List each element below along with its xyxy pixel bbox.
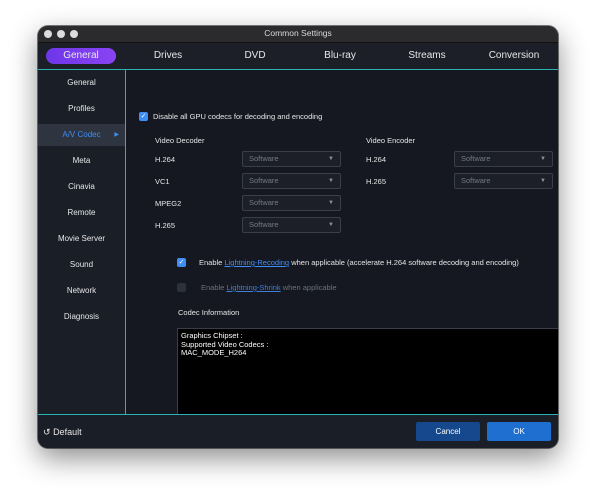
encoder-h265-select[interactable]: Software ▼ [454, 173, 553, 189]
av-codec-panel: ✓ Disable all GPU codecs for decoding an… [126, 70, 558, 433]
codec-info-heading: Codec Information [178, 308, 240, 317]
sidebar-item-label: General [67, 78, 96, 87]
lightning-recoding-link[interactable]: Lightning-Recoding [224, 258, 289, 267]
sidebar-item-label: Cinavia [68, 182, 95, 191]
sidebar-item-movie-server[interactable]: Movie Server [38, 228, 125, 250]
sidebar-item-remote[interactable]: Remote [38, 202, 125, 224]
video-encoder-heading: Video Encoder [366, 136, 416, 145]
decoder-h264-select[interactable]: Software ▼ [242, 151, 341, 167]
tab-blu-ray[interactable]: Blu-ray [310, 48, 370, 64]
tab-conversion[interactable]: Conversion [482, 48, 546, 64]
lightning-recoding-prefix: Enable [199, 258, 223, 267]
disable-gpu-label: Disable all GPU codecs for decoding and … [153, 112, 323, 121]
sidebar: General Profiles A/V Codec ▶ Meta Cinavia… [38, 70, 125, 414]
lightning-shrink-checkbox[interactable] [177, 283, 186, 292]
cancel-button[interactable]: Cancel [416, 422, 480, 441]
chevron-right-icon: ▶ [114, 132, 119, 138]
encoder-codec-label: H.264 [366, 155, 387, 164]
codec-info-line: MAC_MODE_H264 [181, 348, 247, 357]
default-button[interactable]: ↺ Default [43, 427, 82, 438]
sidebar-item-label: Network [66, 286, 97, 295]
sidebar-item-network[interactable]: Network [38, 280, 125, 302]
footer: ↺ Default Cancel OK [38, 414, 558, 448]
tab-drives[interactable]: Drives [138, 48, 198, 64]
select-value: Software [249, 154, 279, 163]
dropdown-arrow-icon: ▼ [328, 200, 334, 206]
dropdown-arrow-icon: ▼ [328, 178, 334, 184]
sidebar-item-cinavia[interactable]: Cinavia [38, 176, 125, 198]
select-value: Software [461, 154, 491, 163]
lightning-shrink-row: Enable Lightning-Shrink when applicable [201, 283, 337, 292]
decoder-vc1-select[interactable]: Software ▼ [242, 173, 341, 189]
title-bar[interactable]: Common Settings [38, 26, 558, 43]
tab-streams[interactable]: Streams [397, 48, 457, 64]
tab-dvd[interactable]: DVD [225, 48, 285, 64]
encoder-h264-select[interactable]: Software ▼ [454, 151, 553, 167]
decoder-codec-label: MPEG2 [155, 199, 182, 208]
sidebar-item-sound[interactable]: Sound [38, 254, 125, 276]
video-decoder-heading: Video Decoder [155, 136, 205, 145]
sidebar-item-label: Movie Server [57, 234, 106, 243]
sidebar-item-diagnosis[interactable]: Diagnosis [38, 306, 125, 328]
select-value: Software [249, 220, 279, 229]
disable-gpu-checkbox[interactable]: ✓ [139, 112, 148, 121]
sidebar-item-profiles[interactable]: Profiles [38, 98, 125, 120]
lightning-recoding-suffix: when applicable (accelerate H.264 softwa… [291, 258, 519, 267]
encoder-codec-label: H.265 [366, 177, 387, 186]
decoder-codec-label: VC1 [155, 177, 170, 186]
lightning-shrink-suffix: when applicable [282, 283, 337, 292]
decoder-codec-label: H.265 [155, 221, 176, 230]
sidebar-item-label: Remote [67, 208, 96, 217]
dropdown-arrow-icon: ▼ [328, 222, 334, 228]
decoder-codec-label: H.264 [155, 155, 176, 164]
dropdown-arrow-icon: ▼ [328, 156, 334, 162]
select-value: Software [249, 176, 279, 185]
sidebar-item-meta[interactable]: Meta [38, 150, 125, 172]
sidebar-item-label: Meta [72, 156, 91, 165]
sidebar-item-general[interactable]: General [38, 72, 125, 94]
dropdown-arrow-icon: ▼ [540, 178, 546, 184]
select-value: Software [461, 176, 491, 185]
decoder-mpeg2-select[interactable]: Software ▼ [242, 195, 341, 211]
dropdown-arrow-icon: ▼ [540, 156, 546, 162]
common-settings-window: Common Settings General Drives DVD Blu-r… [38, 26, 558, 448]
sidebar-item-label: A/V Codec [62, 130, 101, 139]
tab-general[interactable]: General [46, 48, 116, 64]
window-title: Common Settings [264, 28, 332, 38]
sidebar-item-label: Profiles [68, 104, 95, 113]
decoder-h265-select[interactable]: Software ▼ [242, 217, 341, 233]
sidebar-item-av-codec[interactable]: A/V Codec ▶ [38, 124, 125, 146]
lightning-shrink-prefix: Enable [201, 283, 225, 292]
select-value: Software [249, 198, 279, 207]
sidebar-item-label: Sound [69, 260, 94, 269]
lightning-recoding-checkbox[interactable]: ✓ [177, 258, 186, 267]
tab-bar: General Drives DVD Blu-ray Streams Conve… [38, 43, 558, 69]
lightning-shrink-link[interactable]: Lightning-Shrink [226, 283, 280, 292]
lightning-recoding-row: Enable Lightning-Recoding when applicabl… [199, 258, 519, 267]
reset-icon: ↺ [43, 427, 51, 437]
default-label: Default [53, 427, 82, 437]
ok-button[interactable]: OK [487, 422, 551, 441]
sidebar-item-label: Diagnosis [63, 312, 100, 321]
